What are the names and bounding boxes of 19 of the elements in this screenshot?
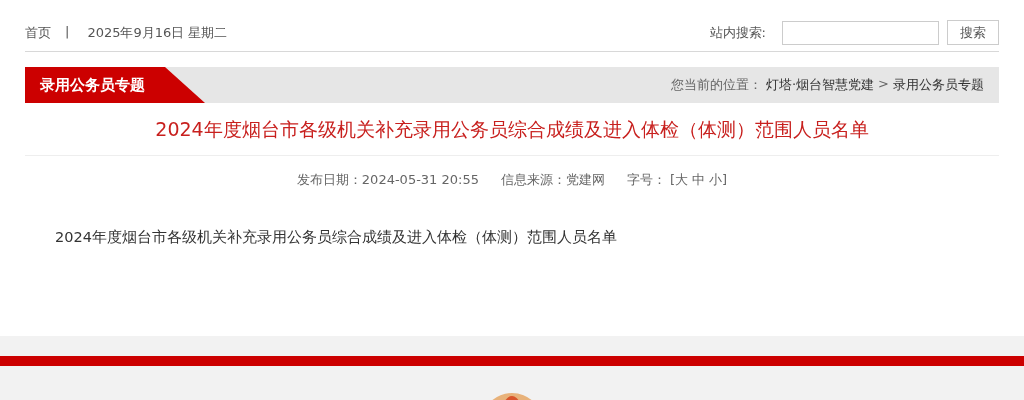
font-size-link[interactable]: 中 <box>692 171 706 189</box>
source-text: 信息来源：党建网 <box>501 171 605 189</box>
publish-date: 发布日期：2024-05-31 20:55 <box>296 171 479 189</box>
search-button[interactable]: 搜索 <box>947 20 999 45</box>
article-title: 2024年度烟台市各级机关补充录用公务员综合成绩及进入体检（体测）范围人员名单 <box>25 103 999 156</box>
date-text: 2025年9月16日 星期二 <box>87 23 228 42</box>
location-label: 您当前的位置： <box>670 76 762 94</box>
search-field[interactable] <box>782 20 939 45</box>
breadcrumb-link[interactable]: 灯塔·烟台智慧党建 <box>765 76 875 94</box>
search-label: 站内搜索: <box>709 23 766 42</box>
font-size-link[interactable]: 小] <box>709 171 728 189</box>
article-body: 2024年度烟台市各级机关补充录用公务员综合成绩及进入体检（体测）范围人员名单 <box>55 228 618 247</box>
font-size-link[interactable]: [大 <box>670 171 689 189</box>
font-size-label: 字号： <box>627 171 666 189</box>
breadcrumb-link[interactable]: 录用公务员专题 <box>893 76 984 94</box>
separator: | <box>65 23 70 41</box>
breadcrumb-separator: > <box>878 76 889 93</box>
section-title: 录用公务员专题 <box>25 67 205 103</box>
home-link[interactable]: 首页 <box>25 23 51 42</box>
